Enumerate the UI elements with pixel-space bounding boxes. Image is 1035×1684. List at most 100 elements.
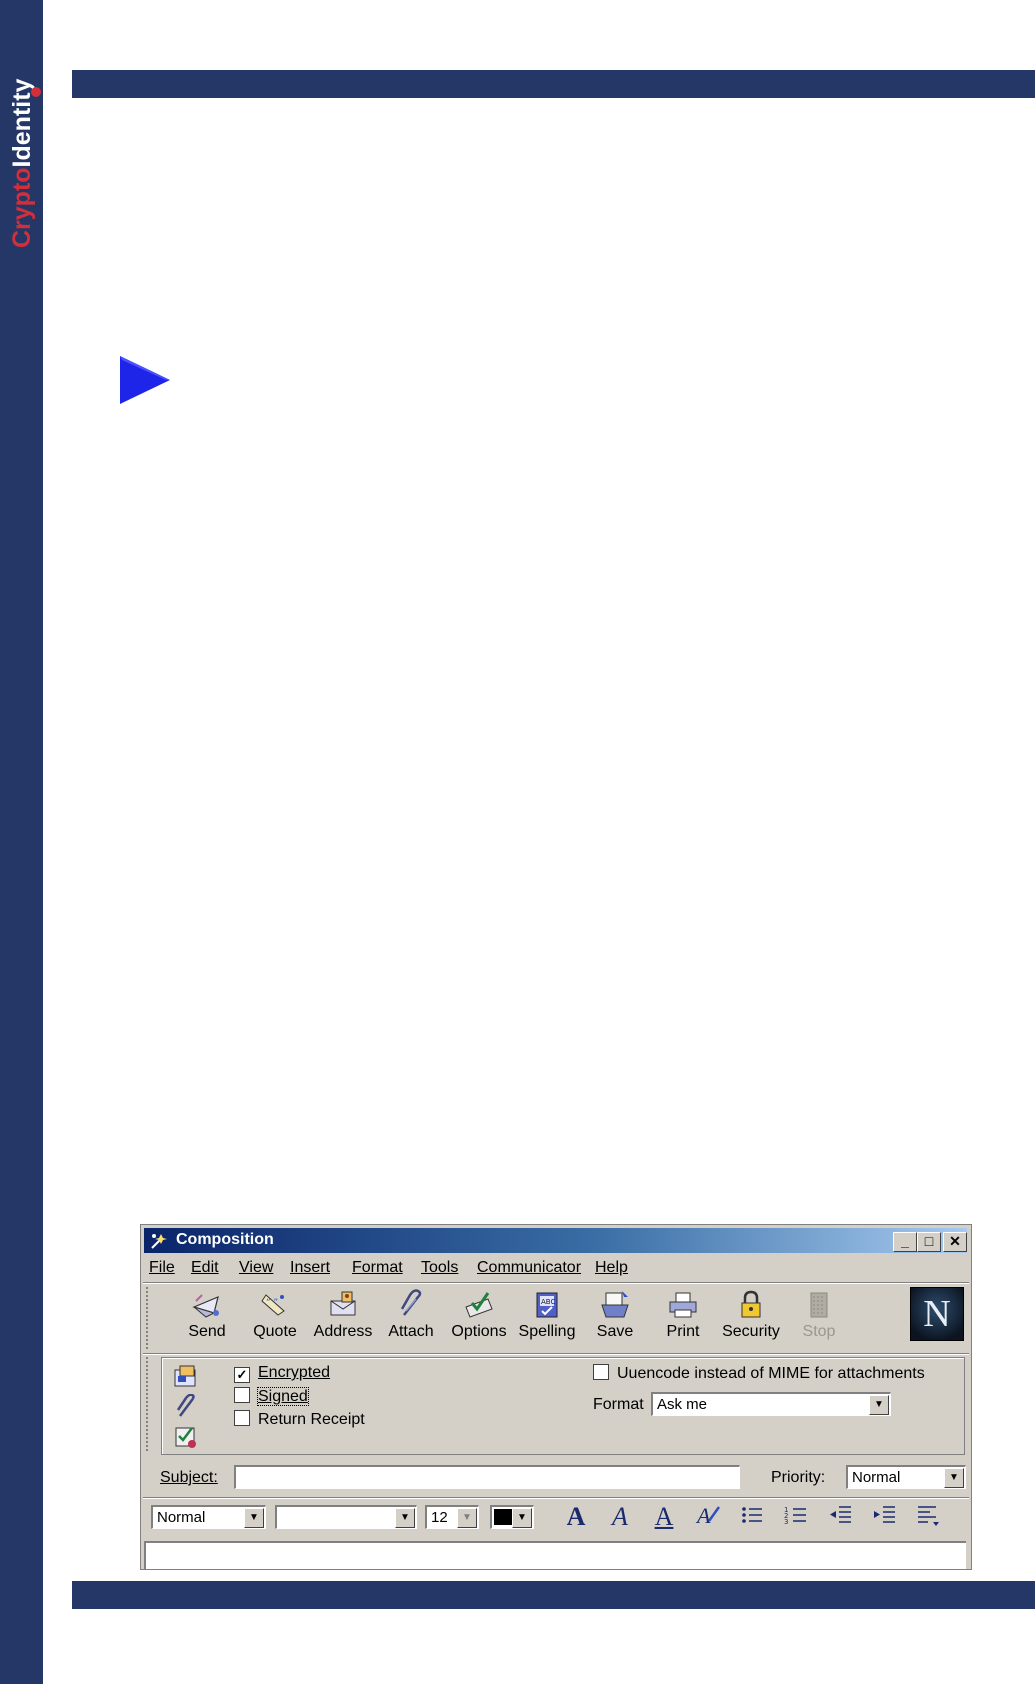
chevron-down-icon[interactable]: ▼	[944, 1468, 964, 1488]
subject-row: Subject: Priority: Normal ▼	[141, 1457, 971, 1497]
chevron-down-icon[interactable]: ▼	[395, 1508, 415, 1528]
send-icon	[192, 1294, 219, 1318]
uuencode-option[interactable]: Uuencode instead of MIME for attachments	[593, 1364, 925, 1383]
quote-button[interactable]: “ ” Quote	[240, 1287, 310, 1347]
increase-indent-icon[interactable]	[869, 1503, 899, 1531]
header-bar	[72, 70, 1035, 98]
font-size-value: 12	[431, 1509, 448, 1526]
svg-text:CryptoIdentity: CryptoIdentity	[8, 78, 36, 248]
netscape-logo[interactable]: N	[910, 1287, 964, 1341]
print-icon	[669, 1292, 697, 1318]
options-grip[interactable]	[146, 1357, 155, 1451]
paragraph-style-value: Normal	[157, 1509, 206, 1526]
menu-tools[interactable]: Tools	[421, 1259, 458, 1277]
attachment-clip-icon[interactable]	[172, 1393, 200, 1420]
spelling-button[interactable]: ABC Spelling	[512, 1287, 582, 1347]
italic-icon[interactable]: A	[605, 1503, 635, 1531]
composition-icon	[149, 1231, 169, 1251]
encrypted-checkbox[interactable]: ✓	[234, 1367, 250, 1383]
close-button[interactable]: ✕	[943, 1232, 967, 1252]
font-size-select[interactable]: 12 ▼	[425, 1505, 479, 1529]
spelling-icon: ABC	[536, 1292, 558, 1318]
message-options-pane: ✓ Encrypted Signed Return Receipt Uuencod…	[141, 1353, 971, 1455]
chevron-down-icon[interactable]: ▼	[512, 1508, 532, 1528]
priority-value: Normal	[852, 1469, 901, 1486]
menu-format[interactable]: Format	[352, 1259, 403, 1277]
save-label: Save	[596, 1323, 634, 1340]
menu-help[interactable]: Help	[595, 1259, 628, 1277]
clear-styles-icon[interactable]: A	[693, 1503, 723, 1531]
bullet-list-icon[interactable]	[737, 1503, 767, 1531]
menu-file[interactable]: File	[149, 1259, 175, 1277]
menu-view[interactable]: View	[239, 1259, 273, 1277]
menu-insert[interactable]: Insert	[290, 1259, 330, 1277]
priority-select[interactable]: Normal ▼	[846, 1465, 966, 1489]
chevron-down-icon[interactable]: ▼	[244, 1508, 264, 1528]
numbered-list-icon[interactable]: 123	[781, 1503, 811, 1531]
stop-button[interactable]: Stop	[784, 1287, 854, 1347]
svg-text:A: A	[695, 1503, 711, 1527]
attach-button[interactable]: Attach	[376, 1287, 446, 1347]
maximize-button[interactable]: □	[917, 1232, 941, 1252]
signed-option[interactable]: Signed	[234, 1387, 309, 1406]
encrypted-option[interactable]: ✓ Encrypted	[234, 1364, 330, 1383]
return-receipt-label: Return Receipt	[258, 1411, 365, 1428]
font-select[interactable]: ▼	[275, 1505, 417, 1529]
return-receipt-checkbox[interactable]	[234, 1410, 250, 1426]
format-select[interactable]: Ask me ▼	[651, 1392, 891, 1416]
save-button[interactable]: Save	[580, 1287, 650, 1347]
main-toolbar: Send “ ” Quote Address Attach Options AB…	[141, 1283, 971, 1353]
options-icon	[465, 1292, 493, 1318]
message-body-editor[interactable]	[144, 1541, 966, 1569]
window-title: Composition	[176, 1231, 274, 1248]
text-color-select[interactable]: ▼	[490, 1505, 534, 1529]
underline-icon[interactable]: A	[649, 1503, 679, 1531]
uuencode-checkbox[interactable]	[593, 1364, 609, 1380]
save-icon	[601, 1291, 629, 1318]
quote-label: Quote	[253, 1323, 297, 1340]
security-icon	[741, 1290, 761, 1318]
alignment-icon[interactable]	[913, 1503, 943, 1531]
svg-text:“ ”: “ ”	[266, 1298, 278, 1308]
quote-icon: “ ”	[261, 1294, 285, 1316]
formatting-toolbar: Normal ▼ ▼ 12 ▼ ▼ A A A A 123	[141, 1499, 971, 1535]
priority-label: Priority:	[771, 1469, 826, 1486]
message-options-icon[interactable]	[172, 1424, 200, 1450]
signed-label: Signed	[257, 1387, 309, 1406]
spelling-label: Spelling	[518, 1323, 576, 1340]
format-label: Format	[593, 1396, 644, 1413]
minimize-button[interactable]: _	[893, 1232, 917, 1252]
address-label: Address	[313, 1323, 373, 1340]
stop-label: Stop	[802, 1323, 836, 1340]
signed-checkbox[interactable]	[234, 1387, 250, 1403]
send-button[interactable]: Send	[172, 1287, 242, 1347]
encrypted-label: Encrypted	[258, 1364, 331, 1381]
return-receipt-option[interactable]: Return Receipt	[234, 1410, 365, 1429]
address-card-icon[interactable]	[172, 1364, 200, 1390]
menu-edit[interactable]: Edit	[191, 1259, 219, 1277]
bold-icon[interactable]: A	[561, 1503, 591, 1531]
toolbar-grip[interactable]	[146, 1287, 155, 1349]
format-value: Ask me	[657, 1396, 708, 1413]
paragraph-style-select[interactable]: Normal ▼	[151, 1505, 266, 1529]
svg-text:ABC: ABC	[541, 1298, 555, 1306]
decrease-indent-icon[interactable]	[825, 1503, 855, 1531]
play-arrow-icon	[118, 354, 172, 406]
title-bar[interactable]: Composition _ □ ✕	[144, 1228, 967, 1253]
subject-label: Subject:	[160, 1469, 218, 1486]
options-button[interactable]: Options	[444, 1287, 514, 1347]
left-sidebar: CryptoIdentity	[0, 0, 43, 1684]
security-button[interactable]: Security	[716, 1287, 786, 1347]
menu-communicator[interactable]: Communicator	[477, 1259, 581, 1277]
address-button[interactable]: Address	[308, 1287, 378, 1347]
options-label: Options	[451, 1323, 507, 1340]
composition-window: Composition _ □ ✕ File Edit View Insert …	[140, 1224, 972, 1570]
print-button[interactable]: Print	[648, 1287, 718, 1347]
security-label: Security	[722, 1323, 780, 1340]
stop-icon	[810, 1292, 828, 1318]
attach-label: Attach	[388, 1323, 434, 1340]
crypto-identity-logo: CryptoIdentity	[0, 52, 43, 252]
subject-input[interactable]	[234, 1465, 740, 1489]
chevron-down-icon[interactable]: ▼	[869, 1395, 889, 1415]
chevron-down-icon[interactable]: ▼	[457, 1508, 477, 1528]
